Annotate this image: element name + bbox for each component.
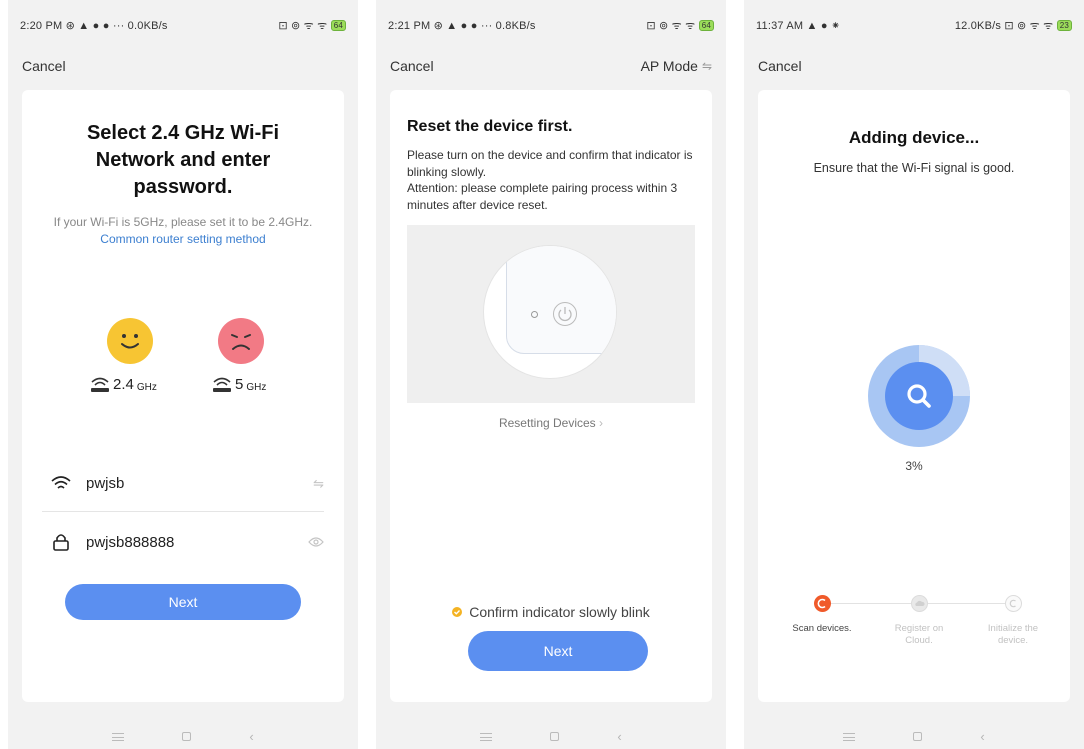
instructions: Please turn on the device and confirm th…	[407, 148, 693, 212]
step-cloud-icon	[911, 595, 928, 612]
battery-icon: 23	[1056, 20, 1072, 32]
menu-icon[interactable]	[480, 732, 493, 741]
top-bar: Cancel	[8, 52, 358, 80]
indicator-light	[531, 311, 538, 318]
menu-icon[interactable]	[112, 732, 125, 741]
status-bar: 2:21 PM ⊛ ▲ ● ● ··· 0.8KB/s ⊡ ⊚ ᯤ ᯤ 64	[376, 0, 726, 50]
top-bar: Cancel AP Mode ⇋	[376, 52, 726, 80]
status-right: 12.0KB/s ⊡ ⊚ ᯤ ᯤ 23	[955, 18, 1072, 33]
cancel-button[interactable]: Cancel	[758, 58, 802, 74]
content-card: Adding device... Ensure that the Wi-Fi s…	[758, 90, 1070, 702]
back-icon[interactable]: ‹	[980, 729, 984, 744]
wifi-password-field[interactable]: pwjsb888888	[42, 514, 324, 570]
step-scan-icon	[814, 595, 831, 612]
status-right: ⊡ ⊚ ᯤ ᯤ 64	[278, 18, 346, 33]
hint-text: If your Wi-Fi is 5GHz, please set it to …	[53, 215, 313, 246]
cancel-button[interactable]: Cancel	[22, 58, 66, 74]
page-title: Select 2.4 GHz Wi-Fi Network and enter p…	[86, 122, 280, 198]
device-illustration	[407, 225, 695, 403]
swap-icon: ⇋	[701, 59, 712, 73]
phone-screen-wifi-select: 2:20 PM ⊛ ▲ ● ● ··· 0.0KB/s ⊡ ⊚ ᯤ ᯤ 64 C…	[8, 0, 358, 749]
router-setting-link[interactable]: Common router setting method	[100, 232, 265, 246]
page-subtitle: Ensure that the Wi-Fi signal is good.	[813, 161, 1015, 175]
next-button[interactable]: Next	[468, 631, 648, 671]
phone-screen-reset-device: 2:21 PM ⊛ ▲ ● ● ··· 0.8KB/s ⊡ ⊚ ᯤ ᯤ 64 C…	[376, 0, 726, 749]
step-init-icon	[1005, 595, 1022, 612]
status-left: 2:20 PM ⊛ ▲ ● ● ··· 0.0KB/s	[20, 19, 168, 32]
top-bar: Cancel	[744, 52, 1084, 80]
content-card: Select 2.4 GHz Wi-Fi Network and enter p…	[22, 90, 344, 702]
search-icon	[885, 362, 953, 430]
content-card: Reset the device first. Please turn on t…	[390, 90, 712, 702]
battery-icon: 64	[330, 20, 346, 32]
happy-face-icon	[107, 318, 153, 364]
wifi-icon	[50, 475, 72, 492]
step-label-scan: Scan devices.	[792, 623, 852, 634]
status-bar: 2:20 PM ⊛ ▲ ● ● ··· 0.0KB/s ⊡ ⊚ ᯤ ᯤ 64	[8, 0, 358, 50]
step-label-initialize: Initialize the device.	[987, 623, 1039, 646]
back-icon[interactable]: ‹	[249, 729, 253, 744]
system-nav-bar: ‹	[744, 724, 1084, 749]
band-2-4ghz: 2.4 GHz	[90, 376, 157, 393]
device-body	[506, 246, 616, 354]
back-icon[interactable]: ‹	[617, 729, 621, 744]
device-zoom-circle	[483, 245, 617, 379]
chevron-right-icon: ›	[599, 416, 604, 430]
cancel-button[interactable]: Cancel	[390, 58, 434, 74]
progress-percent: 3%	[905, 459, 923, 473]
router-icon	[91, 377, 109, 392]
sad-face-icon	[218, 318, 264, 364]
battery-icon: 64	[698, 20, 714, 32]
next-button[interactable]: Next	[65, 584, 301, 620]
system-nav-bar: ‹	[8, 724, 358, 749]
resetting-devices-link[interactable]: Resetting Devices ›	[390, 416, 712, 430]
power-icon	[553, 302, 577, 326]
status-left: 11:37 AM ▲ ● ⁕	[756, 19, 841, 32]
phone-screen-adding-device: 11:37 AM ▲ ● ⁕ 12.0KB/s ⊡ ⊚ ᯤ ᯤ 23 Cance…	[744, 0, 1084, 749]
progress-ring	[868, 345, 970, 447]
system-nav-bar: ‹	[376, 724, 726, 749]
wifi-ssid-field[interactable]: pwjsb ⇋	[42, 456, 324, 512]
step-label-register: Register on Cloud.	[894, 623, 944, 646]
page-title: Reset the device first.	[407, 118, 573, 135]
home-icon[interactable]	[182, 732, 192, 741]
status-right: ⊡ ⊚ ᯤ ᯤ 64	[646, 18, 714, 33]
lock-icon	[50, 533, 72, 551]
swap-icon[interactable]: ⇋	[313, 476, 324, 492]
ap-mode-button[interactable]: AP Mode ⇋	[641, 58, 712, 74]
ssid-value: pwjsb	[86, 475, 125, 492]
eye-icon[interactable]	[308, 535, 324, 550]
router-icon	[213, 377, 231, 392]
check-icon	[452, 607, 463, 617]
page-title: Adding device...	[848, 128, 980, 147]
confirm-checkbox[interactable]: Confirm indicator slowly blink	[390, 604, 712, 620]
status-left: 2:21 PM ⊛ ▲ ● ● ··· 0.8KB/s	[388, 19, 536, 32]
menu-icon[interactable]	[843, 732, 856, 741]
status-bar: 11:37 AM ▲ ● ⁕ 12.0KB/s ⊡ ⊚ ᯤ ᯤ 23	[744, 0, 1084, 50]
band-5ghz: 5 GHz	[212, 376, 266, 393]
password-value: pwjsb888888	[86, 533, 175, 551]
home-icon[interactable]	[550, 732, 560, 741]
home-icon[interactable]	[913, 732, 923, 741]
